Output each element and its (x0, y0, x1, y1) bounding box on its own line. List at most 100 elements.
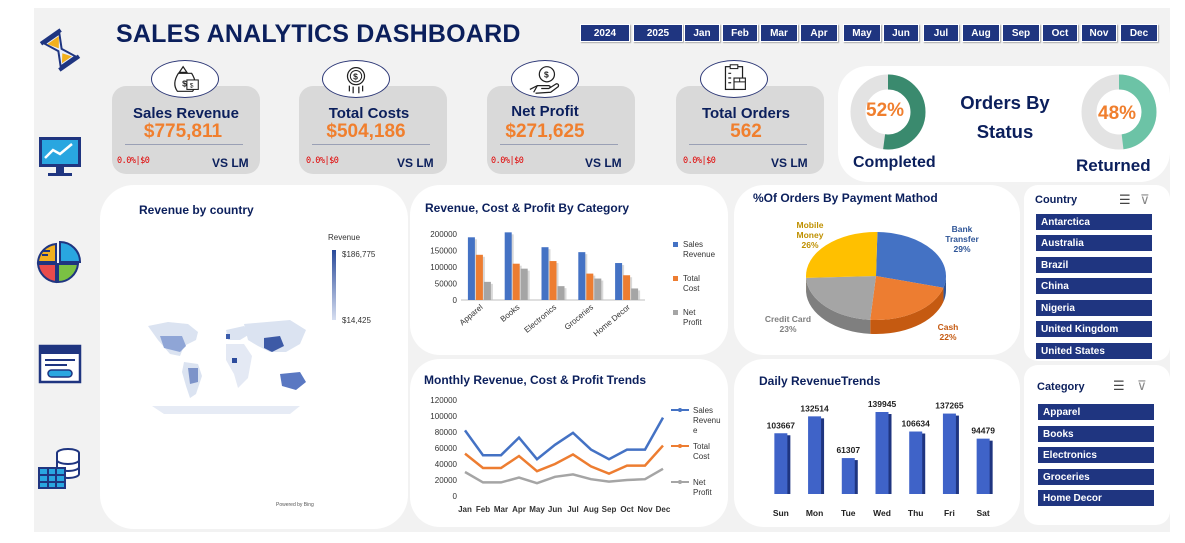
month-button-apr[interactable]: Apr (800, 24, 838, 42)
month-button-jul[interactable]: Jul (923, 24, 959, 42)
country-item-brazil[interactable]: Brazil (1035, 256, 1153, 274)
month-button-jan[interactable]: Jan (684, 24, 720, 42)
bar-net-profit[interactable] (557, 286, 565, 300)
line-sales-revenue[interactable] (463, 416, 665, 461)
bar-net-profit[interactable] (631, 288, 639, 300)
daily-bar[interactable] (942, 413, 956, 494)
country-item-nigeria[interactable]: Nigeria (1035, 299, 1153, 317)
year-button-2024[interactable]: 2024 (580, 24, 630, 42)
daily-bar[interactable] (976, 438, 990, 494)
bar-sales-revenue[interactable] (504, 232, 512, 300)
kpi-vs-total-costs: VS LM (397, 156, 434, 170)
kpi-vs-total-orders: VS LM (771, 156, 808, 170)
pie-chart-icon[interactable] (36, 236, 84, 284)
multi-select-icon[interactable]: ☰ (1119, 192, 1131, 208)
month-label: Aug (583, 505, 599, 514)
line-net-profit[interactable] (464, 467, 664, 485)
country-item-united-kingdom[interactable]: United Kingdom (1035, 320, 1153, 338)
month-label: Apr (512, 505, 526, 514)
map-australia[interactable] (280, 372, 306, 390)
bar-total-cost[interactable] (512, 263, 520, 300)
category-label: Apparel (458, 302, 485, 327)
category-item-books[interactable]: Books (1037, 425, 1155, 443)
month-button-sep[interactable]: Sep (1002, 24, 1040, 42)
multi-select-icon[interactable]: ☰ (1113, 378, 1125, 394)
monitor-chart-icon[interactable] (36, 132, 84, 180)
pie-slice-label: 29% (953, 244, 970, 254)
daily-bar[interactable] (808, 416, 822, 494)
month-label: Mar (494, 505, 508, 514)
year-button-2025[interactable]: 2025 (633, 24, 683, 42)
y-tick-label: 200000 (430, 230, 457, 239)
legend-label: Cost (693, 452, 710, 461)
legend-label: Revenu (693, 416, 721, 425)
page-title: SALES ANALYTICS DASHBOARD (116, 20, 521, 48)
daily-bar[interactable] (909, 431, 923, 494)
month-label: Dec (656, 505, 671, 514)
bar-total-cost[interactable] (475, 254, 483, 300)
pie-slice[interactable] (806, 276, 876, 320)
month-button-mar[interactable]: Mar (760, 24, 798, 42)
bar-total-cost[interactable] (586, 273, 594, 300)
month-button-oct[interactable]: Oct (1042, 24, 1078, 42)
map-africa[interactable] (226, 344, 252, 388)
map-antarctica[interactable] (152, 406, 300, 414)
country-item-china[interactable]: China (1035, 277, 1153, 295)
map-united-kingdom[interactable] (226, 334, 230, 339)
category-item-home-decor[interactable]: Home Decor (1037, 489, 1155, 507)
hand-dollar-icon: $ (511, 60, 579, 98)
country-item-australia[interactable]: Australia (1035, 234, 1153, 252)
daily-bar-label: 106634 (902, 419, 931, 429)
category-label: Home Decor (592, 302, 632, 338)
completed-label: Completed (853, 154, 936, 171)
pie-slice-label: Credit Card (765, 314, 811, 324)
bar-net-profit[interactable] (520, 268, 528, 300)
legend-label: Sales (683, 240, 703, 249)
pie-slice-label: Money (797, 230, 824, 240)
legend-swatch (673, 276, 678, 281)
database-table-icon[interactable] (36, 444, 84, 492)
month-button-nov[interactable]: Nov (1081, 24, 1117, 42)
month-button-dec[interactable]: Dec (1120, 24, 1158, 42)
legend-label: Net (683, 308, 696, 317)
map-nigeria[interactable] (232, 358, 237, 363)
clear-filter-icon[interactable]: ⊽ (1137, 378, 1147, 394)
category-label: Groceries (563, 303, 595, 332)
category-item-groceries[interactable]: Groceries (1037, 468, 1155, 486)
month-button-feb[interactable]: Feb (722, 24, 758, 42)
bar-sales-revenue[interactable] (541, 247, 549, 300)
country-item-united-states[interactable]: United States (1035, 342, 1153, 360)
bar-net-profit[interactable] (594, 278, 602, 300)
returned-percent: 48% (1098, 103, 1137, 124)
bar-total-cost[interactable] (549, 261, 557, 300)
country-item-antarctica[interactable]: Antarctica (1035, 213, 1153, 231)
clear-filter-icon[interactable]: ⊽ (1140, 192, 1150, 208)
window-card-icon[interactable] (36, 340, 84, 388)
daily-bar[interactable] (774, 433, 788, 494)
map-united-states[interactable] (160, 336, 186, 352)
kpi-label-sales-revenue: Sales Revenue (133, 105, 239, 122)
bar-sales-revenue[interactable] (615, 263, 623, 300)
month-button-jun[interactable]: Jun (883, 24, 919, 42)
y-tick-label: 120000 (430, 396, 457, 405)
map-credit: Powered by Bing (276, 502, 314, 508)
y-tick-label: 150000 (430, 247, 457, 256)
bar-net-profit[interactable] (483, 281, 491, 300)
returned-label: Returned (1076, 156, 1151, 175)
category-item-apparel[interactable]: Apparel (1037, 403, 1155, 421)
kpi-delta-sales-revenue: 0.0%|$0 (117, 156, 150, 166)
hourglass-icon[interactable] (36, 26, 84, 74)
bar-sales-revenue[interactable] (578, 252, 586, 300)
month-label: Feb (476, 505, 490, 514)
kpi-divider (125, 144, 243, 145)
category-item-electronics[interactable]: Electronics (1037, 446, 1155, 464)
month-button-aug[interactable]: Aug (962, 24, 1000, 42)
map-legend-min: $14,425 (342, 316, 371, 325)
daily-bar[interactable] (841, 458, 855, 494)
revenue-world-map[interactable]: Revenue $186,775 $14,425 Powered by Bing (140, 228, 392, 518)
daily-bar[interactable] (875, 412, 889, 494)
month-button-may[interactable]: May (843, 24, 881, 42)
bar-sales-revenue[interactable] (467, 237, 475, 300)
y-tick-label: 0 (453, 492, 458, 501)
bar-total-cost[interactable] (623, 275, 631, 300)
